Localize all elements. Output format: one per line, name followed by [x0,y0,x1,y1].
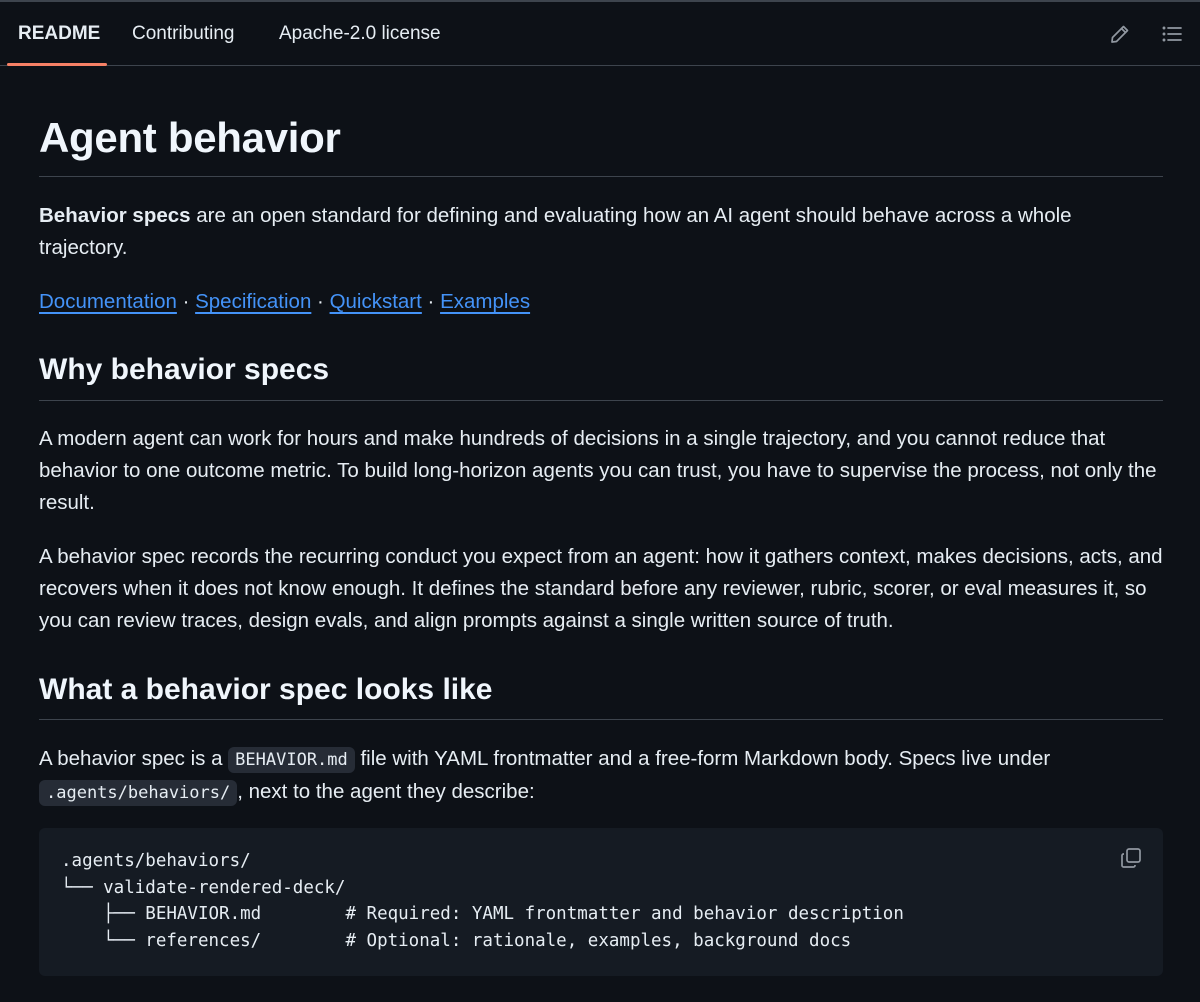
why-paragraph-1: A modern agent can work for hours and ma… [39,427,1157,514]
link-quickstart[interactable]: Quickstart [330,290,422,313]
page-title: Agent behavior [39,114,341,161]
link-separator: · [176,290,196,313]
code-block-text: .agents/behaviors/ └── validate-rendered… [61,848,904,954]
pencil-icon[interactable] [1108,22,1132,46]
code-line: └── references/ # Optional: rationale, e… [61,930,852,951]
section-divider [39,719,1163,720]
intro-paragraph: Behavior specs are an open standard for … [39,200,1163,264]
intro-text: are an open standard for defining and ev… [39,204,1072,259]
code-line: .agents/behaviors/ [61,851,251,871]
copy-icon[interactable] [1119,846,1143,870]
text-segment: , next to the agent they describe: [237,780,535,803]
text-segment: A behavior spec is a [39,747,229,770]
code-line: └── validate-rendered-deck/ [61,877,346,898]
tab-contributing[interactable]: Contributing [132,2,234,66]
tab-readme[interactable]: README [18,2,100,66]
link-row: Documentation · Specification · Quicksta… [39,286,1163,318]
why-paragraph-2: A behavior spec records the recurring co… [39,545,1163,632]
section-heading-looks-like: What a behavior spec looks like [39,673,493,706]
inline-code-behavior-md: BEHAVIOR.md [228,747,355,773]
readme-tab-bar: README Contributing Apache-2.0 license [0,2,1200,66]
code-line: ├── BEHAVIOR.md # Required: YAML frontma… [61,904,904,924]
looks-like-paragraph: A behavior spec is a BEHAVIOR.md file wi… [39,743,1163,809]
title-divider [39,176,1163,177]
section-heading-why: Why behavior specs [39,353,330,386]
active-tab-indicator [7,63,107,66]
intro-bold: Behavior specs [39,204,191,227]
section-divider [39,400,1163,401]
link-documentation[interactable]: Documentation [39,290,177,313]
text-segment: file with YAML frontmatter and a free-fo… [354,747,1051,770]
tab-license[interactable]: Apache-2.0 license [279,2,441,66]
link-separator: · [421,290,441,313]
list-icon[interactable] [1160,22,1184,46]
link-examples[interactable]: Examples [440,290,530,313]
inline-code-agents-path: .agents/behaviors/ [39,780,238,806]
code-block: .agents/behaviors/ └── validate-rendered… [39,828,1163,976]
link-specification[interactable]: Specification [195,290,311,313]
link-separator: · [311,290,330,313]
